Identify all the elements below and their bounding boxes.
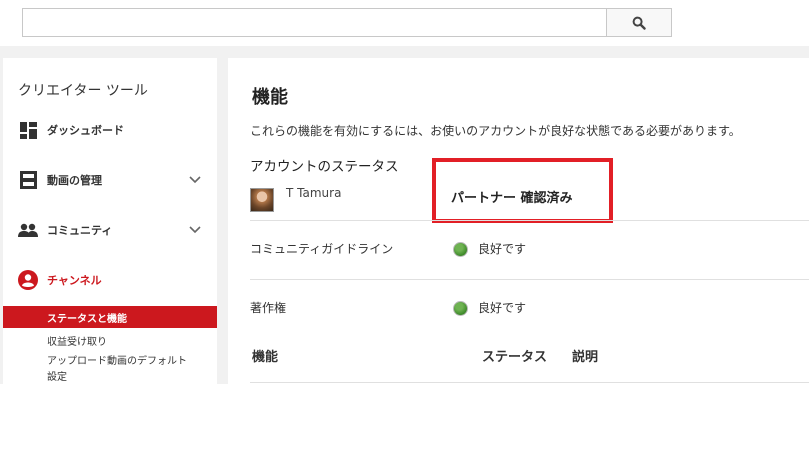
community-icon xyxy=(18,220,38,240)
copyright-label: 著作権 xyxy=(250,301,287,315)
sidebar-title: クリエイター ツール xyxy=(18,83,148,99)
creator-studio-sidebar: クリエイター ツール ダッシュボード 動画の管理 コミュニティ チャンネル ステ… xyxy=(3,58,217,384)
chevron-down-icon[interactable] xyxy=(189,224,201,236)
good-status-icon xyxy=(453,301,468,316)
chevron-down-icon[interactable] xyxy=(189,174,201,186)
table-header-feature: 機能 xyxy=(252,350,279,365)
account-status-heading: アカウントのステータス xyxy=(250,159,399,175)
copyright-status: 良好です xyxy=(478,301,527,315)
sidebar-item-label: チャンネル xyxy=(47,274,102,287)
page-bottom-area xyxy=(0,384,809,464)
good-status-icon xyxy=(453,242,468,257)
sidebar-item-channel[interactable]: チャンネル xyxy=(3,265,217,295)
features-description: これらの機能を有効にするには、お使いのアカウントが良好な状態である必要があります… xyxy=(250,124,741,138)
sidebar-item-label: ダッシュボード xyxy=(47,124,124,137)
page-title: 機能 xyxy=(252,87,288,108)
search-input[interactable] xyxy=(22,8,607,37)
video-manager-icon xyxy=(18,170,38,190)
channel-icon xyxy=(18,270,38,290)
sidebar-item-label: コミュニティ xyxy=(47,224,113,237)
sidebar-subitem-status-and-features[interactable]: ステータスと機能 xyxy=(3,306,217,328)
sidebar-subitem-monetization[interactable]: 収益受け取り xyxy=(3,329,217,351)
divider xyxy=(250,382,809,383)
sidebar-item-community[interactable]: コミュニティ xyxy=(3,215,217,245)
avatar xyxy=(250,188,274,212)
dashboard-icon xyxy=(18,120,38,140)
features-panel: 機能 これらの機能を有効にするには、お使いのアカウントが良好な状態である必要があ… xyxy=(228,58,809,384)
sidebar-item-label: 動画の管理 xyxy=(47,174,102,187)
sidebar-subitem-upload-defaults[interactable]: アップロード動画のデフォルト設定 xyxy=(3,354,217,386)
search-button[interactable] xyxy=(606,8,672,37)
community-guidelines-status: 良好です xyxy=(478,242,527,256)
divider xyxy=(250,279,809,280)
user-name: T Tamura xyxy=(286,186,342,200)
highlight-box xyxy=(432,158,613,223)
top-bar xyxy=(0,0,809,46)
table-header-status: ステータス xyxy=(482,350,548,365)
sidebar-item-dashboard[interactable]: ダッシュボード xyxy=(3,115,217,145)
search-icon xyxy=(632,16,646,30)
divider xyxy=(250,220,809,221)
community-guidelines-label: コミュニティガイドライン xyxy=(250,242,394,256)
sidebar-item-video-manager[interactable]: 動画の管理 xyxy=(3,165,217,195)
table-header-description: 説明 xyxy=(572,350,599,365)
